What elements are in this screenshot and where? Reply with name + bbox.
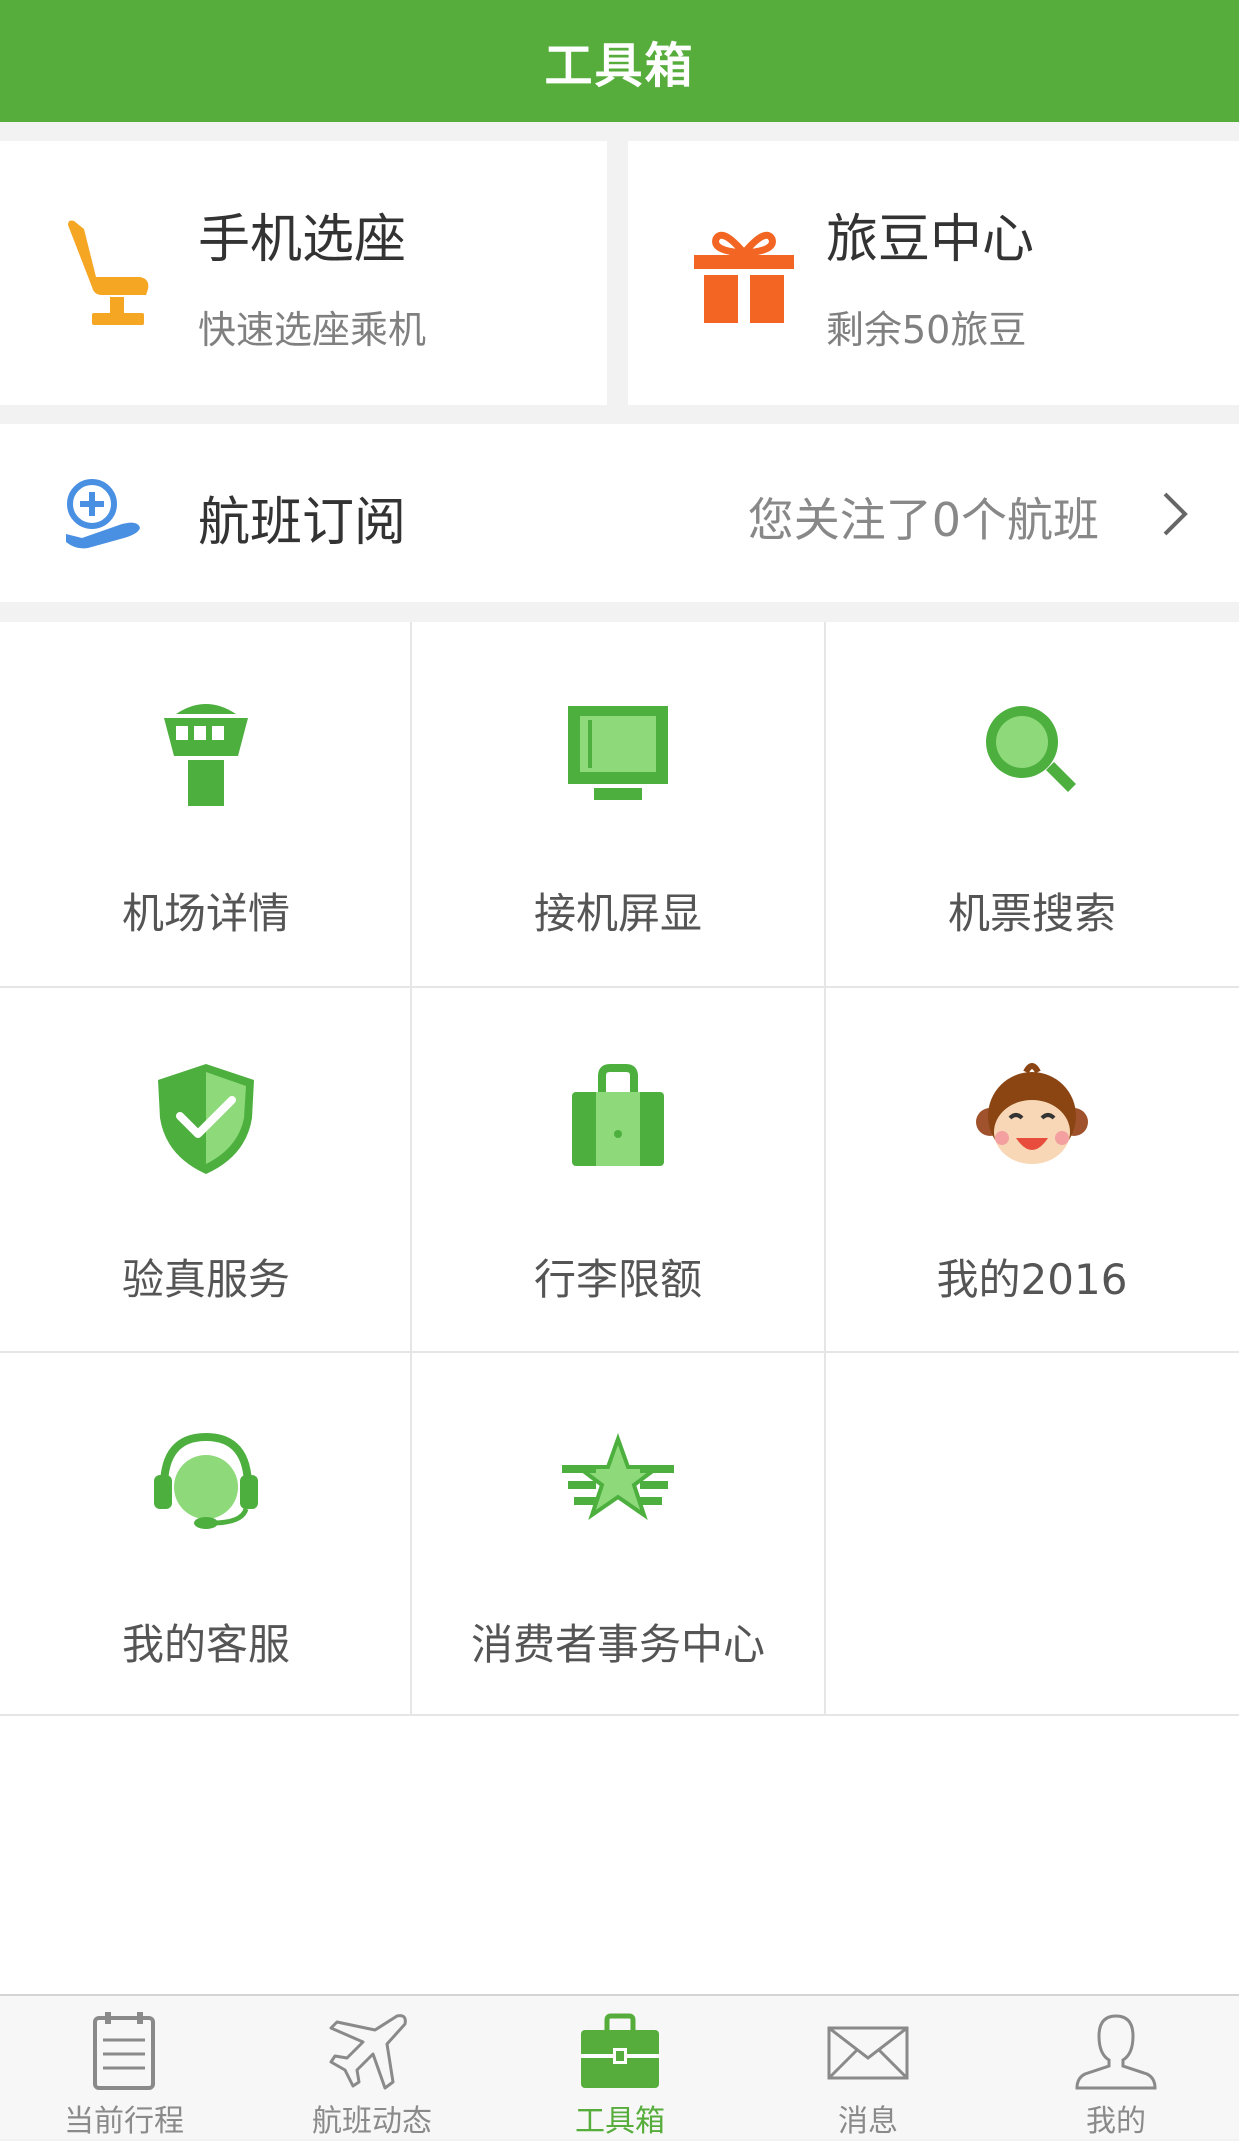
chevron-right-icon (1163, 492, 1188, 536)
monkey-icon (976, 1063, 1088, 1164)
tab-mine[interactable]: 我的 (992, 1996, 1239, 2141)
followed-flights-count: 您关注了0个航班 (747, 493, 1099, 547)
tool-label: 行李限额 (533, 1255, 702, 1304)
star-badge-icon (562, 1433, 674, 1521)
tab-messages[interactable]: 消息 (744, 1996, 992, 2141)
beans-center-card[interactable]: 旅豆中心 剩余50旅豆 (628, 141, 1239, 405)
search-icon (986, 706, 1076, 792)
beans-balance: 剩余50旅豆 (826, 308, 1027, 352)
flight-subscription-title: 航班订阅 (198, 493, 407, 553)
empty-area (0, 1716, 1239, 1994)
tool-label: 消费者事务中心 (470, 1620, 765, 1669)
tool-customer-service[interactable]: 我的客服 (0, 1353, 412, 1717)
flight-subscribe-icon (66, 479, 140, 549)
tool-label: 机场详情 (121, 889, 290, 938)
luggage-icon (572, 1064, 664, 1166)
headset-icon (154, 1432, 258, 1529)
tools-grid: 机场详情 接机屏显 机票搜索 验真服务 行李限额 我的2016 我的客服 消费者… (0, 622, 1239, 1716)
tab-current-trip[interactable]: 当前行程 (0, 1996, 248, 2141)
display-screen-icon (568, 706, 668, 800)
tool-label: 接机屏显 (533, 889, 702, 938)
tab-label: 航班动态 (312, 2104, 432, 2139)
top-bar: 工具箱 (0, 0, 1239, 122)
tab-toolbox[interactable]: 工具箱 (496, 1996, 744, 2141)
tab-label: 我的 (1086, 2104, 1146, 2139)
tab-label: 消息 (838, 2104, 898, 2139)
tab-label: 工具箱 (575, 2104, 665, 2139)
tool-my-2016[interactable]: 我的2016 (826, 988, 1238, 1352)
tool-label: 我的2016 (936, 1255, 1128, 1304)
tool-ticket-search[interactable]: 机票搜索 (826, 622, 1238, 986)
tool-label: 我的客服 (121, 1620, 290, 1669)
flight-subscription-row[interactable]: 航班订阅 您关注了0个航班 (0, 424, 1239, 602)
user-icon (1075, 2014, 1157, 2090)
calendar-list-icon (93, 2012, 155, 2090)
tool-consumer-affairs[interactable]: 消费者事务中心 (412, 1353, 824, 1717)
tool-label: 验真服务 (121, 1255, 290, 1304)
page-title: 工具箱 (544, 38, 695, 94)
tab-label: 当前行程 (64, 2104, 184, 2139)
seat-icon (68, 220, 149, 325)
tool-pickup-display[interactable]: 接机屏显 (412, 622, 824, 986)
control-tower-icon (164, 704, 248, 806)
bottom-tab-bar: 当前行程 航班动态 工具箱 消息 我的 (0, 1994, 1239, 2139)
seat-selection-card[interactable]: 手机选座 快速选座乘机 (0, 141, 607, 405)
gift-icon (694, 231, 794, 323)
envelope-icon (827, 2026, 909, 2080)
airplane-icon (329, 2014, 407, 2090)
shield-check-icon (158, 1064, 254, 1174)
seat-selection-subtitle: 快速选座乘机 (198, 308, 427, 352)
tool-verification[interactable]: 验真服务 (0, 988, 412, 1352)
tool-baggage-allowance[interactable]: 行李限额 (412, 988, 824, 1352)
tool-label: 机票搜索 (947, 889, 1116, 938)
tool-airport-details[interactable]: 机场详情 (0, 622, 412, 986)
toolbox-icon (581, 2013, 659, 2088)
tab-flight-status[interactable]: 航班动态 (248, 1996, 496, 2141)
beans-center-title: 旅豆中心 (826, 210, 1035, 270)
seat-selection-title: 手机选座 (198, 210, 407, 270)
